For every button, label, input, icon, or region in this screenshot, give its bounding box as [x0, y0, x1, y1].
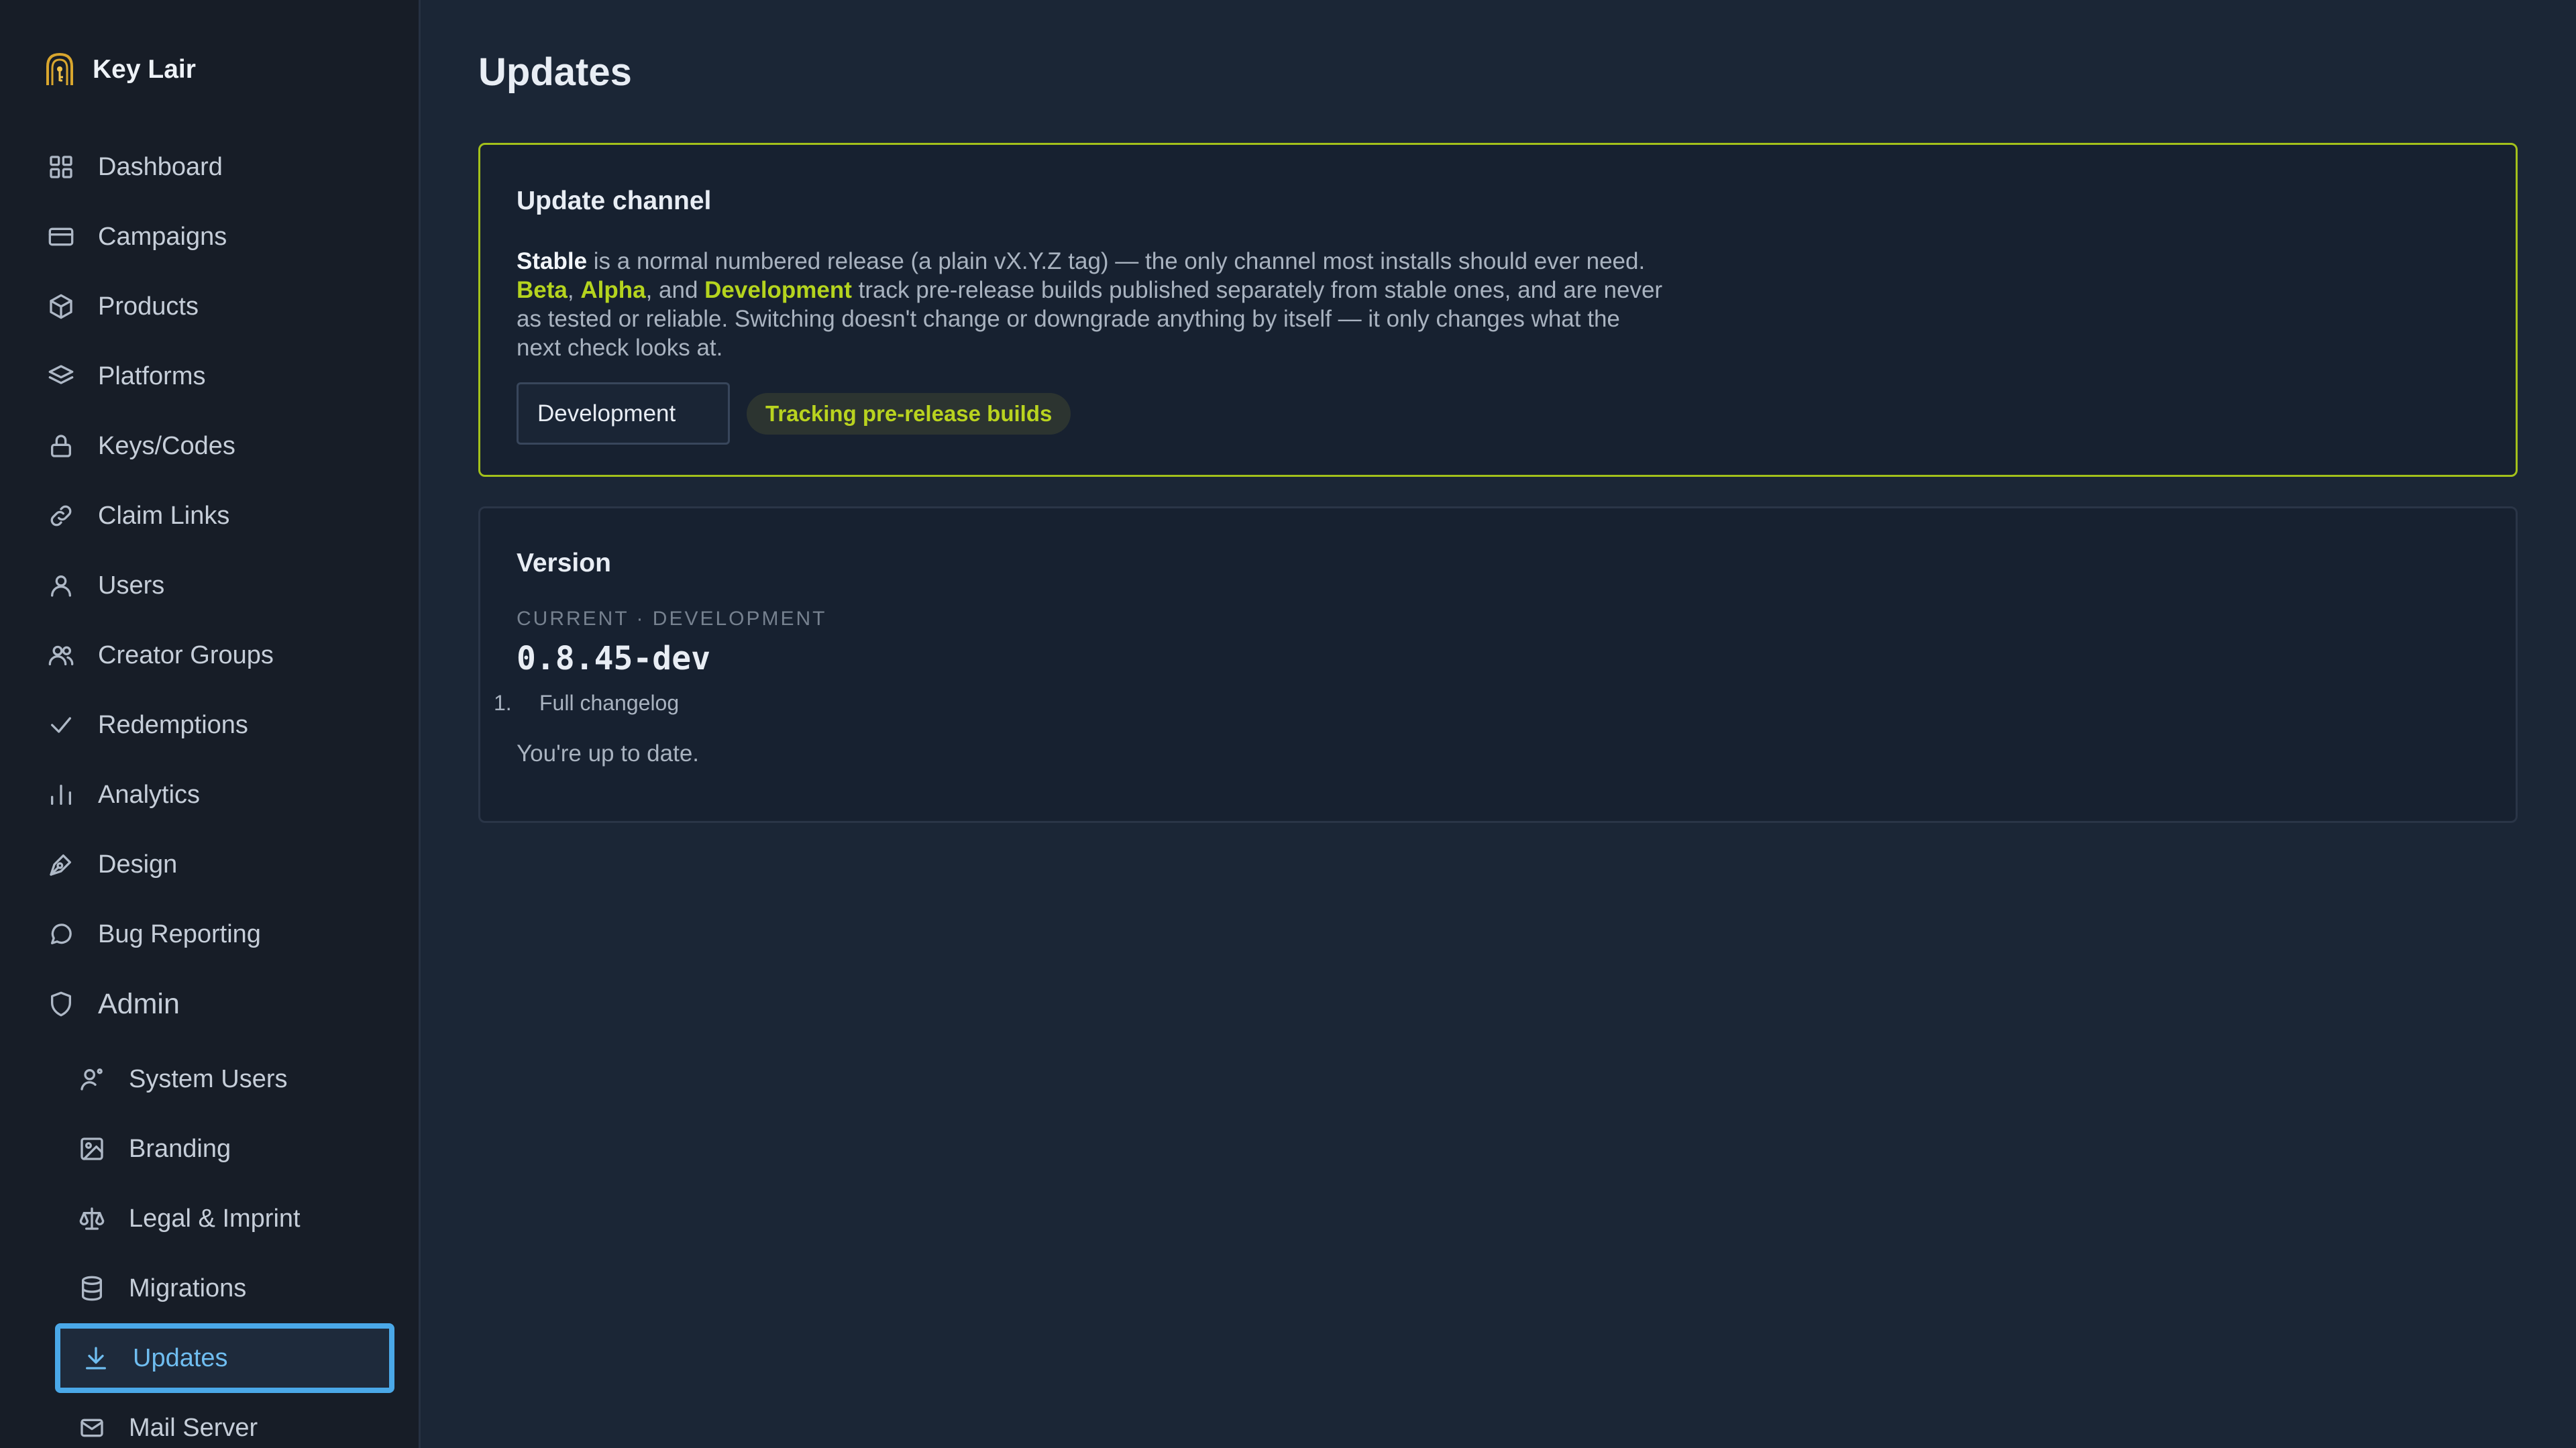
- main-content: Updates Update channel Stable is a norma…: [421, 0, 2576, 1448]
- card-title: Version: [517, 549, 611, 577]
- sidebar-item-label: Branding: [129, 1134, 231, 1163]
- sidebar-item-bug-reporting[interactable]: Bug Reporting: [0, 899, 419, 969]
- full-changelog-link[interactable]: Full changelog: [539, 691, 679, 716]
- sidebar-item-label: Platforms: [98, 361, 206, 390]
- lock-icon: [46, 431, 76, 461]
- status-badge: Tracking pre-release builds: [747, 393, 1071, 435]
- sidebar-item-label: Legal & Imprint: [129, 1204, 301, 1233]
- description-text: is a normal numbered release (a plain vX…: [587, 248, 1646, 274]
- development-term: Development: [704, 277, 852, 303]
- list-number: 1.: [494, 691, 512, 715]
- sidebar-item-label: Updates: [133, 1343, 228, 1372]
- stable-term: Stable: [517, 248, 588, 274]
- channel-description: Stable is a normal numbered release (a p…: [517, 247, 1670, 362]
- alpha-term: Alpha: [580, 277, 646, 303]
- beta-term: Beta: [517, 277, 568, 303]
- check-icon: [46, 710, 76, 740]
- link-icon: [46, 500, 76, 531]
- user-icon: [46, 570, 76, 601]
- image-icon: [76, 1133, 107, 1164]
- dashboard-icon: [46, 152, 76, 182]
- sidebar-item-claim-links[interactable]: Claim Links: [0, 481, 419, 551]
- brand[interactable]: Key Lair: [44, 48, 196, 91]
- sidebar-item-platforms[interactable]: Platforms: [0, 341, 419, 411]
- sidebar-item-label: Bug Reporting: [98, 920, 261, 948]
- sidebar-item-label: Campaigns: [98, 222, 227, 251]
- sidebar-item-system-users[interactable]: System Users: [0, 1044, 419, 1114]
- mail-icon: [76, 1412, 107, 1443]
- sidebar-item-label: Analytics: [98, 780, 201, 809]
- sidebar-item-label: Users: [98, 571, 165, 600]
- sidebar-item-label: System Users: [129, 1064, 288, 1093]
- shield-icon: [46, 989, 76, 1019]
- current-channel-label: CURRENT · DEVELOPMENT: [517, 608, 827, 630]
- channel-select-value: Development: [537, 400, 676, 427]
- sidebar-item-redemptions[interactable]: Redemptions: [0, 690, 419, 760]
- user-cog-icon: [76, 1064, 107, 1095]
- scale-icon: [76, 1203, 107, 1234]
- sidebar-item-label: Mail Server: [129, 1413, 258, 1442]
- page-title: Updates: [478, 50, 632, 94]
- products-icon: [46, 291, 76, 322]
- sidebar-item-updates[interactable]: Updates: [55, 1323, 394, 1393]
- changelog-list-item: 1. Full changelog: [494, 691, 679, 716]
- sidebar-item-design[interactable]: Design: [0, 830, 419, 899]
- sidebar: Key Lair Dashboard Campaigns Products Pl…: [0, 0, 421, 1448]
- version-number: 0.8.45-dev: [517, 640, 710, 677]
- description-text: , and: [645, 277, 705, 303]
- sidebar-item-products[interactable]: Products: [0, 272, 419, 341]
- sidebar-item-label: Design: [98, 850, 178, 879]
- sidebar-item-mail-server[interactable]: Mail Server: [0, 1393, 419, 1448]
- sidebar-item-branding[interactable]: Branding: [0, 1114, 419, 1184]
- app-name: Key Lair: [93, 55, 196, 84]
- message-icon: [46, 919, 76, 950]
- update-channel-card: Update channel Stable is a normal number…: [478, 143, 2518, 477]
- key-lair-logo-icon: [44, 52, 75, 88]
- sidebar-item-label: Products: [98, 292, 199, 321]
- sidebar-item-analytics[interactable]: Analytics: [0, 760, 419, 830]
- sidebar-item-campaigns[interactable]: Campaigns: [0, 202, 419, 272]
- users-icon: [46, 640, 76, 671]
- sidebar-item-dashboard[interactable]: Dashboard: [0, 132, 419, 202]
- sidebar-item-label: Keys/Codes: [98, 431, 235, 460]
- version-card: Version CURRENT · DEVELOPMENT 0.8.45-dev…: [478, 506, 2518, 823]
- update-status-text: You're up to date.: [517, 740, 700, 767]
- sidebar-section-admin[interactable]: Admin: [0, 969, 419, 1039]
- sidebar-item-label: Creator Groups: [98, 641, 274, 669]
- sidebar-item-migrations[interactable]: Migrations: [0, 1254, 419, 1323]
- sidebar-item-label: Migrations: [129, 1274, 247, 1302]
- campaigns-icon: [46, 221, 76, 252]
- sidebar-item-label: Redemptions: [98, 710, 248, 739]
- sidebar-item-users[interactable]: Users: [0, 551, 419, 620]
- sidebar-item-legal-imprint[interactable]: Legal & Imprint: [0, 1184, 419, 1254]
- card-title: Update channel: [517, 186, 712, 215]
- database-icon: [76, 1273, 107, 1304]
- platforms-icon: [46, 361, 76, 392]
- sidebar-item-creator-groups[interactable]: Creator Groups: [0, 620, 419, 690]
- sidebar-nav: Dashboard Campaigns Products Platforms K…: [0, 132, 419, 1448]
- bar-chart-icon: [46, 779, 76, 810]
- sidebar-item-keys-codes[interactable]: Keys/Codes: [0, 411, 419, 481]
- channel-select[interactable]: Development: [517, 382, 730, 445]
- sidebar-item-label: Claim Links: [98, 501, 230, 530]
- sidebar-section-label: Admin: [98, 987, 180, 1020]
- description-text: ,: [567, 277, 581, 303]
- pen-tool-icon: [46, 849, 76, 880]
- sidebar-item-label: Dashboard: [98, 152, 223, 181]
- download-icon: [80, 1343, 111, 1374]
